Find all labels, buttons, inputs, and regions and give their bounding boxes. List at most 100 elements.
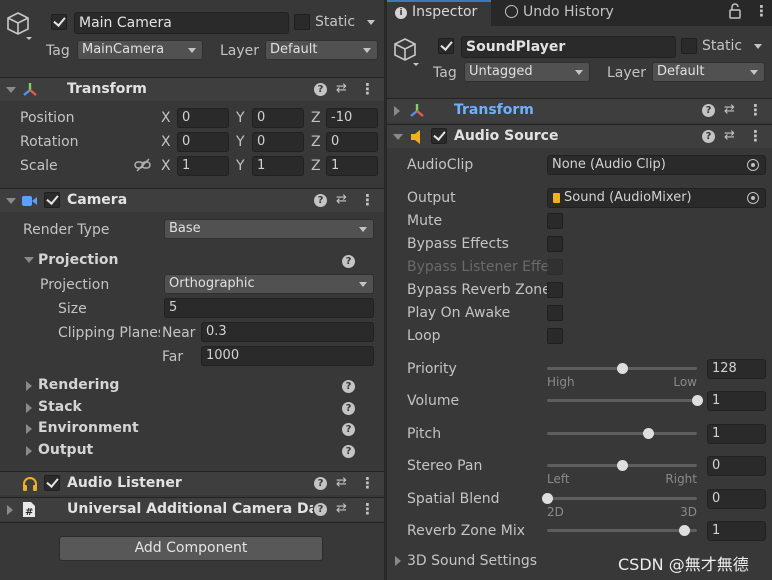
camera-header[interactable]: Camera ? ⇄ ⋮	[0, 188, 384, 212]
help-icon[interactable]: ?	[342, 423, 355, 436]
tag-dropdown[interactable]: Untagged	[464, 62, 590, 82]
help-icon[interactable]: ?	[342, 255, 355, 268]
add-component-button[interactable]: Add Component	[59, 536, 323, 561]
size-field[interactable]: 5	[164, 298, 374, 318]
rotation-x-field[interactable]: 0	[177, 132, 229, 152]
object-name-field[interactable]: Main Camera	[74, 12, 289, 34]
constrain-proportions-icon[interactable]	[134, 157, 152, 177]
projection-fold-arrow[interactable]	[24, 257, 34, 263]
environment-fold-arrow[interactable]	[26, 424, 32, 434]
audio-listener-header[interactable]: Audio Listener ? ⇄ ⋮	[0, 471, 384, 495]
object-name-field[interactable]: SoundPlayer	[461, 36, 676, 58]
kebab-menu-icon[interactable]: ⋮	[360, 80, 375, 98]
volume-slider-track[interactable]	[547, 399, 697, 402]
output-section-label[interactable]: Output	[38, 442, 93, 458]
projection-dropdown[interactable]: Orthographic	[164, 274, 374, 294]
reverb-zone-mix-slider-track[interactable]	[547, 529, 697, 532]
rendering-section-label[interactable]: Rendering	[38, 377, 119, 393]
audio-source-fold-arrow[interactable]	[393, 134, 403, 140]
far-field[interactable]: 1000	[201, 346, 374, 366]
help-icon[interactable]: ?	[342, 380, 355, 393]
preset-icon[interactable]: ⇄	[336, 192, 347, 207]
help-icon[interactable]: ?	[342, 445, 355, 458]
audioclip-field[interactable]: None (Audio Clip)	[547, 155, 766, 175]
object-picker-icon[interactable]	[747, 192, 759, 204]
camera-enabled-toggle[interactable]	[44, 192, 60, 208]
object-picker-icon[interactable]	[747, 159, 759, 171]
axis-y-label[interactable]: Y	[236, 109, 245, 127]
pitch-slider-handle[interactable]	[642, 428, 654, 439]
play-on-awake-checkbox[interactable]	[547, 305, 563, 321]
transform-fold-arrow[interactable]	[6, 87, 16, 93]
rendering-fold-arrow[interactable]	[26, 381, 32, 391]
reverb-zone-mix-slider-handle[interactable]	[678, 525, 690, 536]
axis-y-label[interactable]: Y	[236, 133, 245, 151]
help-icon[interactable]: ?	[314, 503, 327, 516]
tag-dropdown[interactable]: MainCamera	[77, 40, 203, 60]
axis-z-label[interactable]: Z	[311, 133, 321, 151]
priority-slider-handle[interactable]	[617, 363, 628, 374]
spatial-blend-slider-handle[interactable]	[542, 493, 553, 504]
camera-fold-arrow[interactable]	[6, 198, 16, 204]
static-toggle[interactable]	[681, 38, 697, 54]
tab-inspector[interactable]: i Inspector	[387, 0, 491, 26]
help-icon[interactable]: ?	[342, 402, 355, 415]
volume-slider-handle[interactable]	[692, 395, 703, 406]
stack-section-label[interactable]: Stack	[38, 399, 82, 415]
axis-z-label[interactable]: Z	[311, 157, 321, 175]
rotation-z-field[interactable]: 0	[326, 132, 378, 152]
stack-fold-arrow[interactable]	[26, 403, 32, 413]
reverb-zone-mix-value-field[interactable]: 1	[707, 521, 766, 541]
environment-section-label[interactable]: Environment	[38, 420, 139, 436]
lock-icon[interactable]	[728, 3, 742, 23]
tab-undo-history[interactable]: Undo History	[497, 0, 647, 26]
stereo-pan-value-field[interactable]: 0	[707, 456, 766, 476]
mute-checkbox[interactable]	[547, 213, 563, 229]
axis-x-label[interactable]: X	[161, 109, 171, 127]
spatial-blend-value-field[interactable]: 0	[707, 489, 766, 509]
axis-x-label[interactable]: X	[161, 157, 171, 175]
axis-y-label[interactable]: Y	[236, 157, 245, 175]
static-dropdown-arrow[interactable]	[367, 20, 375, 25]
kebab-menu-icon[interactable]: ⋮	[360, 191, 375, 209]
spatial-blend-slider-track[interactable]	[547, 497, 697, 500]
axis-x-label[interactable]: X	[161, 133, 171, 151]
scale-y-field[interactable]: 1	[252, 156, 304, 176]
bypass-effects-checkbox[interactable]	[547, 236, 563, 252]
kebab-menu-icon[interactable]: ⋮	[360, 474, 375, 492]
position-z-field[interactable]: -10	[326, 108, 378, 128]
output-field[interactable]: Sound (AudioMixer)	[547, 188, 766, 208]
preset-icon[interactable]: ⇄	[336, 81, 347, 96]
axis-z-label[interactable]: Z	[311, 109, 321, 127]
transform-fold-arrow[interactable]	[394, 106, 400, 116]
help-icon[interactable]: ?	[702, 130, 715, 143]
pitch-slider-track[interactable]	[547, 432, 697, 435]
object-active-toggle[interactable]	[51, 14, 67, 30]
preset-icon[interactable]: ⇄	[336, 475, 347, 490]
audio-listener-enabled-toggle[interactable]	[44, 475, 60, 491]
help-icon[interactable]: ?	[314, 194, 327, 207]
preset-icon[interactable]: ⇄	[336, 501, 347, 516]
kebab-menu-icon[interactable]: ⋮	[360, 500, 375, 518]
audio-source-header[interactable]: Audio Source ? ⇄ ⋮	[387, 124, 772, 148]
projection-section-header[interactable]: Projection	[38, 252, 118, 268]
scale-z-field[interactable]: 1	[326, 156, 378, 176]
static-dropdown-arrow[interactable]	[754, 44, 762, 49]
kebab-menu-icon[interactable]: ⋮	[748, 127, 763, 145]
position-x-field[interactable]: 0	[177, 108, 229, 128]
stereo-pan-slider-handle[interactable]	[617, 460, 628, 471]
layer-dropdown[interactable]: Default	[265, 40, 378, 60]
scale-x-field[interactable]: 1	[177, 156, 229, 176]
render-type-dropdown[interactable]: Base	[164, 219, 374, 239]
output-fold-arrow[interactable]	[26, 446, 32, 456]
position-y-field[interactable]: 0	[252, 108, 304, 128]
help-icon[interactable]: ?	[314, 83, 327, 96]
volume-value-field[interactable]: 1	[707, 391, 766, 411]
transform-header[interactable]: Transform ? ⇄ ⋮	[387, 98, 772, 122]
transform-header[interactable]: Transform ? ⇄ ⋮	[0, 77, 384, 101]
additional-camera-data-header[interactable]: # Universal Additional Camera Data ( ? ⇄…	[0, 497, 384, 521]
bypass-reverb-zone-checkbox[interactable]	[547, 282, 563, 298]
3d-sound-settings-label[interactable]: 3D Sound Settings	[407, 552, 537, 570]
pitch-value-field[interactable]: 1	[707, 424, 766, 444]
static-toggle[interactable]	[294, 14, 310, 30]
